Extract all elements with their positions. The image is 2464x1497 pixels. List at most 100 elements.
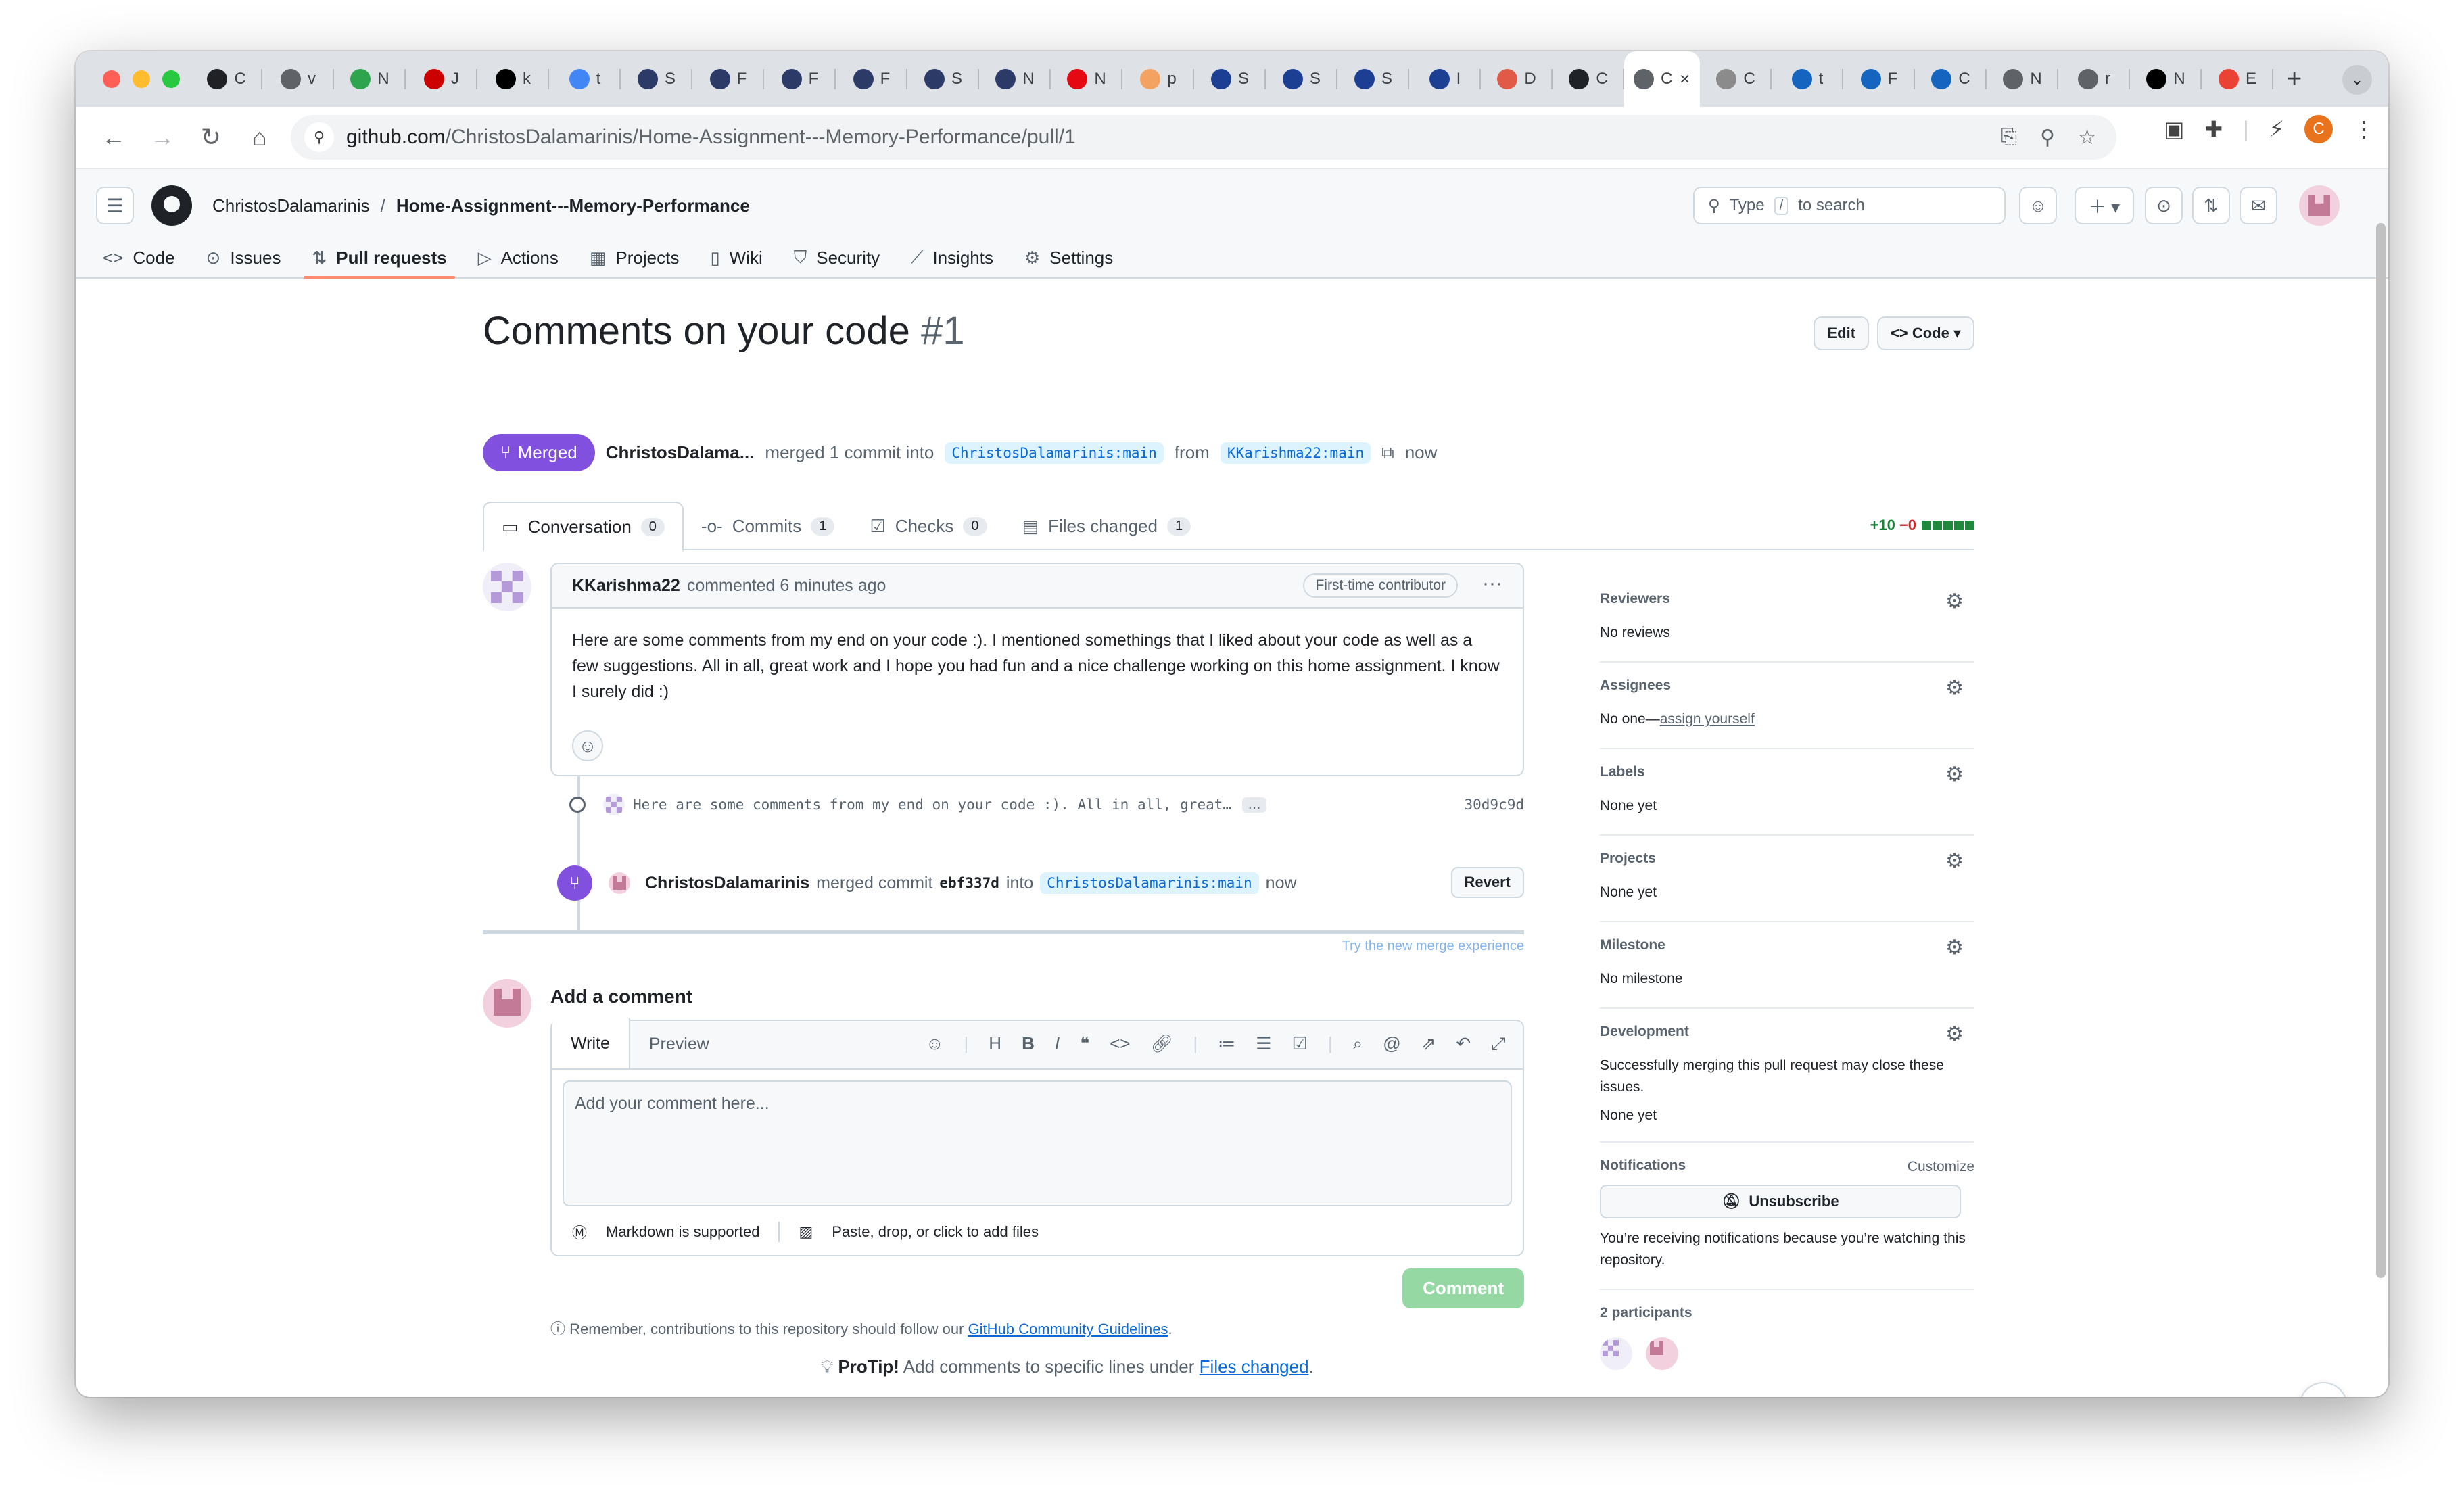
- commit-message[interactable]: Here are some comments from my end on yo…: [633, 797, 1231, 813]
- hamburger-menu-icon[interactable]: ☰: [96, 187, 134, 224]
- undo-icon[interactable]: ↶: [1456, 1033, 1471, 1055]
- browser-tab[interactable]: F: [764, 51, 836, 107]
- repo-nav-actions[interactable]: ▷ Actions: [478, 237, 559, 279]
- browser-tab[interactable]: N: [1987, 51, 2058, 107]
- browser-tab[interactable]: t: [1772, 51, 1843, 107]
- projects-gear-icon[interactable]: ⚙: [1945, 849, 1964, 873]
- labels-gear-icon[interactable]: ⚙: [1945, 763, 1964, 786]
- browser-tab[interactable]: v: [262, 51, 334, 107]
- code-icon[interactable]: <>: [1110, 1033, 1130, 1055]
- comment-author[interactable]: KKarishma22: [572, 576, 680, 596]
- task-list-icon[interactable]: ☑: [1292, 1033, 1308, 1055]
- minimize-window-button[interactable]: [133, 70, 150, 88]
- breadcrumb-repo[interactable]: Home-Assignment---Memory-Performance: [396, 195, 750, 216]
- user-avatar[interactable]: [2299, 185, 2340, 226]
- browser-tab[interactable]: C: [1700, 51, 1772, 107]
- participant-avatar[interactable]: [1600, 1337, 1632, 1370]
- revert-button[interactable]: Revert: [1450, 867, 1524, 898]
- base-branch[interactable]: ChristosDalamarinis:main: [945, 442, 1164, 464]
- community-guidelines-link[interactable]: GitHub Community Guidelines: [968, 1321, 1168, 1337]
- browser-tab[interactable]: F: [692, 51, 764, 107]
- back-icon[interactable]: ←: [89, 113, 138, 162]
- close-tab-icon[interactable]: ✕: [1679, 71, 1690, 88]
- browser-tab[interactable]: D: [1481, 51, 1553, 107]
- write-tab[interactable]: Write: [552, 1018, 630, 1068]
- zoom-window-button[interactable]: [162, 70, 180, 88]
- italic-icon[interactable]: I: [1055, 1033, 1060, 1055]
- browser-tab[interactable]: E: [2202, 51, 2273, 107]
- new-tab-button[interactable]: +: [2287, 65, 2302, 94]
- repo-nav-projects[interactable]: ▦ Projects: [590, 237, 680, 279]
- browser-tab[interactable]: N: [334, 51, 406, 107]
- numbered-list-icon[interactable]: ≔: [1218, 1033, 1235, 1055]
- fullscreen-icon[interactable]: ⤢: [1491, 1033, 1505, 1055]
- repo-nav-security[interactable]: ⛉ Security: [794, 237, 880, 279]
- performance-icon[interactable]: ⚡: [2269, 116, 2284, 142]
- browser-tab[interactable]: t: [549, 51, 621, 107]
- menu-kebab-icon[interactable]: ⋮: [2353, 116, 2375, 142]
- home-icon[interactable]: ⌂: [235, 113, 284, 162]
- browser-tab[interactable]: S: [1266, 51, 1337, 107]
- issues-icon[interactable]: ⊙: [2145, 187, 2183, 224]
- browser-tab[interactable]: J: [406, 51, 477, 107]
- edit-button[interactable]: Edit: [1814, 316, 1870, 350]
- attach-icon[interactable]: ⌕: [1353, 1033, 1363, 1055]
- browser-tab[interactable]: S: [1337, 51, 1409, 107]
- forward-icon[interactable]: →: [138, 113, 187, 162]
- comment-options-icon[interactable]: ···: [1482, 572, 1502, 595]
- current-user-avatar[interactable]: [483, 979, 531, 1028]
- copy-branch-icon[interactable]: ⧉: [1381, 442, 1394, 464]
- commit-sha[interactable]: 30d9c9d: [1464, 797, 1524, 813]
- bold-icon[interactable]: B: [1022, 1033, 1035, 1055]
- heading-icon[interactable]: H: [989, 1033, 1001, 1055]
- page-scrollbar[interactable]: [2376, 223, 2386, 1278]
- browser-tab[interactable]: C ✕: [1624, 51, 1700, 107]
- markdown-supported-link[interactable]: Markdown is supported: [606, 1223, 759, 1241]
- tab-commits[interactable]: -o- Commits 1: [684, 502, 852, 550]
- browser-tab[interactable]: C: [191, 51, 262, 107]
- browser-tab[interactable]: N: [1051, 51, 1122, 107]
- commenter-avatar[interactable]: [483, 563, 531, 611]
- code-dropdown-button[interactable]: <> Code ▾: [1877, 316, 1974, 350]
- install-app-icon[interactable]: ⎘: [2001, 126, 2017, 149]
- head-branch[interactable]: KKarishma22:main: [1220, 442, 1371, 464]
- quote-icon[interactable]: ❝: [1080, 1033, 1089, 1055]
- merger-avatar[interactable]: [609, 872, 630, 894]
- repo-nav-pull-requests[interactable]: ⇅ Pull requests: [304, 237, 455, 279]
- github-logo-icon[interactable]: [151, 185, 192, 226]
- repo-nav-issues[interactable]: ⊙ Issues: [206, 237, 281, 279]
- tab-checks[interactable]: ☑ Checks 0: [852, 502, 1004, 550]
- merge-commit-sha[interactable]: ebf337d: [939, 875, 999, 891]
- browser-tab[interactable]: k: [477, 51, 549, 107]
- reload-icon[interactable]: ↻: [187, 113, 235, 162]
- browser-tab[interactable]: p: [1122, 51, 1194, 107]
- comment-submit-button[interactable]: Comment: [1402, 1268, 1524, 1308]
- copilot-icon[interactable]: ☺: [926, 1033, 944, 1055]
- browser-tab[interactable]: C: [1915, 51, 1987, 107]
- attach-files-link[interactable]: Paste, drop, or click to add files: [832, 1223, 1039, 1241]
- merger-name[interactable]: ChristosDalamarinis: [645, 874, 809, 893]
- repo-nav-insights[interactable]: ⟋ Insights: [911, 237, 993, 279]
- repo-nav-code[interactable]: <> Code: [103, 237, 175, 279]
- tab-files-changed[interactable]: ▤ Files changed 1: [1005, 502, 1209, 550]
- commit-author-avatar[interactable]: [603, 794, 625, 815]
- participant-avatar[interactable]: [1646, 1337, 1678, 1370]
- copilot-icon[interactable]: ☺: [2019, 187, 2057, 224]
- browser-tab[interactable]: S: [621, 51, 692, 107]
- reference-icon[interactable]: ⇗: [1421, 1033, 1436, 1055]
- preview-tab[interactable]: Preview: [630, 1020, 728, 1068]
- copilot-chat-icon[interactable]: ☺: [2299, 1382, 2348, 1397]
- browser-tab[interactable]: I: [1409, 51, 1481, 107]
- browser-tab[interactable]: F: [836, 51, 907, 107]
- files-changed-link[interactable]: Files changed: [1200, 1356, 1309, 1377]
- extension-icon[interactable]: ▣: [2164, 116, 2184, 142]
- repo-nav-wiki[interactable]: ▯ Wiki: [710, 237, 762, 279]
- link-icon[interactable]: 🔗︎: [1150, 1033, 1172, 1055]
- breadcrumb-owner[interactable]: ChristosDalamarinis: [212, 195, 370, 216]
- reviewers-gear-icon[interactable]: ⚙: [1945, 590, 1964, 613]
- development-gear-icon[interactable]: ⚙: [1945, 1022, 1964, 1046]
- address-bar[interactable]: ⚲ github.com/ChristosDalamarinis/Home-As…: [291, 115, 2116, 160]
- pull-requests-icon[interactable]: ⇅: [2192, 187, 2230, 224]
- unsubscribe-button[interactable]: 🔕︎ Unsubscribe: [1600, 1185, 1961, 1218]
- bulleted-list-icon[interactable]: ☰: [1256, 1033, 1271, 1055]
